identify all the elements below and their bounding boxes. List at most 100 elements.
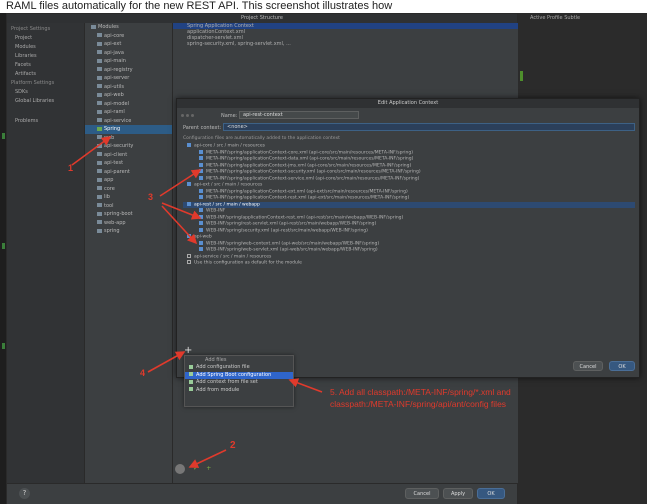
minimize-dot-icon[interactable] [186,114,189,117]
sidebar-item[interactable]: Platform Settings [11,80,84,86]
tree-row[interactable]: spring-boot [85,210,172,219]
sidebar-item[interactable]: Libraries [15,53,84,59]
checkbox[interactable] [199,156,203,160]
gutter-marker [520,71,523,81]
popup-option[interactable]: Add context from file set [185,379,293,387]
config-file-label: api-rest / src / main / webapp [194,202,260,207]
tree-row[interactable]: api-web [85,91,172,100]
config-file-list: api-core / src / main / resources META-IN… [183,143,635,343]
annotation-5: 5. Add all classpath:/META-INF/spring/*.… [330,386,580,410]
folder-icon [97,135,102,139]
checkbox[interactable] [187,253,191,258]
tree-row-label: api-client [104,151,128,158]
checkbox[interactable] [199,221,203,225]
tree-row[interactable]: tool [85,202,172,211]
profile-tip: Active Profile Subtle [530,15,581,21]
tree-row[interactable]: spring [85,227,172,236]
sidebar-item[interactable]: Artifacts [15,71,84,77]
tree-row[interactable]: api-utils [85,83,172,92]
popup-option-label: Add context from file set [196,379,258,385]
checkbox[interactable] [199,162,203,167]
settings-circle-icon[interactable] [175,463,185,474]
checkbox[interactable] [199,240,203,245]
tree-row[interactable]: api-security [85,142,172,151]
tree-row[interactable]: Spring [85,125,172,134]
name-input[interactable]: api-rest-context [239,111,359,119]
checkbox[interactable] [187,234,191,238]
tree-row[interactable]: api-main [85,57,172,66]
plus-small-icon[interactable]: + [206,465,211,472]
checkbox[interactable] [187,182,191,186]
cancel-button[interactable]: Cancel [405,488,439,499]
popup-option-label: Add configuration file [196,364,250,370]
tree-row[interactable]: api-java [85,49,172,58]
tree-row[interactable]: api-raml [85,108,172,117]
zoom-dot-icon[interactable] [191,114,194,117]
checkbox[interactable] [187,143,191,147]
config-file-label: WEB-INF/spring/web-servlet.xml (api-web/… [206,247,378,253]
check-icon[interactable]: ✓ [193,465,198,472]
dialog-cancel-button[interactable]: Cancel [573,361,603,371]
apply-button[interactable]: Apply [443,488,473,499]
checkbox[interactable] [199,208,203,212]
tree-row[interactable]: core [85,185,172,194]
checkbox[interactable] [199,149,203,154]
config-file-label: META-INF/spring/applicationContext-data.… [206,156,414,162]
checkbox[interactable] [199,169,203,173]
checkbox[interactable] [199,195,203,199]
tree-row[interactable]: api-server [85,74,172,83]
tree-row-label: api-ext [104,41,122,47]
tree-row-label: web-app [104,219,126,226]
checkbox[interactable] [187,201,191,206]
tree-row[interactable]: api-test [85,159,172,168]
file-icon [189,372,193,376]
checkbox[interactable] [199,175,203,180]
parent-context-select[interactable]: <none> [223,123,635,131]
checkbox[interactable] [187,260,191,264]
tree-row[interactable]: api-core [85,32,172,41]
tree-row[interactable]: Modules [85,23,172,32]
tree-row[interactable]: api-service [85,117,172,126]
tree-row[interactable]: api-client [85,151,172,160]
sidebar-item[interactable]: Facets [15,62,84,68]
checkbox[interactable] [199,247,203,251]
tree-row[interactable]: lib [85,193,172,202]
help-button[interactable]: ? [19,488,30,499]
tree-row-label: api-parent [104,168,130,175]
popup-option[interactable]: Add from module [185,387,293,395]
checkbox[interactable] [199,188,203,193]
tree-row[interactable]: api-ext [85,40,172,49]
folder-icon [97,203,102,207]
checkbox[interactable] [199,227,203,232]
sidebar-item[interactable]: Project [15,35,84,41]
context-line[interactable]: spring-security.xml, spring-servlet.xml,… [173,41,518,47]
ok-button[interactable]: OK [477,488,505,499]
dialog-ok-button[interactable]: OK [609,361,635,371]
folder-icon [97,75,102,80]
edge-marker [2,133,5,139]
tree-row[interactable]: app [85,176,172,185]
folder-icon [97,228,102,233]
sidebar-item[interactable]: Modules [15,44,84,50]
sidebar-item[interactable]: Project Settings [11,26,84,32]
popup-option[interactable]: Add configuration file [185,364,293,372]
tree-row[interactable]: api-parent [85,168,172,177]
tree-row[interactable]: api-model [85,100,172,109]
sidebar-item[interactable]: Global Libraries [15,98,84,104]
tree-row[interactable]: api-registry [85,66,172,75]
tree-row-label: app [104,177,114,183]
tree-row[interactable]: web [85,134,172,143]
sidebar-item[interactable]: SDKs [15,89,84,95]
popup-option[interactable]: Add Spring Boot configuration [185,371,293,379]
config-file-label: api-core / src / main / resources [194,143,265,149]
sidebar-item[interactable]: Problems [15,118,84,124]
config-file-row[interactable]: Use this configuration as default for th… [183,260,635,267]
tree-row-label: api-service [104,117,132,124]
config-file-label: WEB-INF/spring/security.xml (api-rest/sr… [206,228,368,233]
popup-header: Add files [205,357,227,363]
close-dot-icon[interactable] [181,114,184,117]
folder-icon [97,67,102,71]
tree-row[interactable]: web-app [85,219,172,228]
checkbox[interactable] [199,214,203,219]
edge-marker [2,343,5,349]
